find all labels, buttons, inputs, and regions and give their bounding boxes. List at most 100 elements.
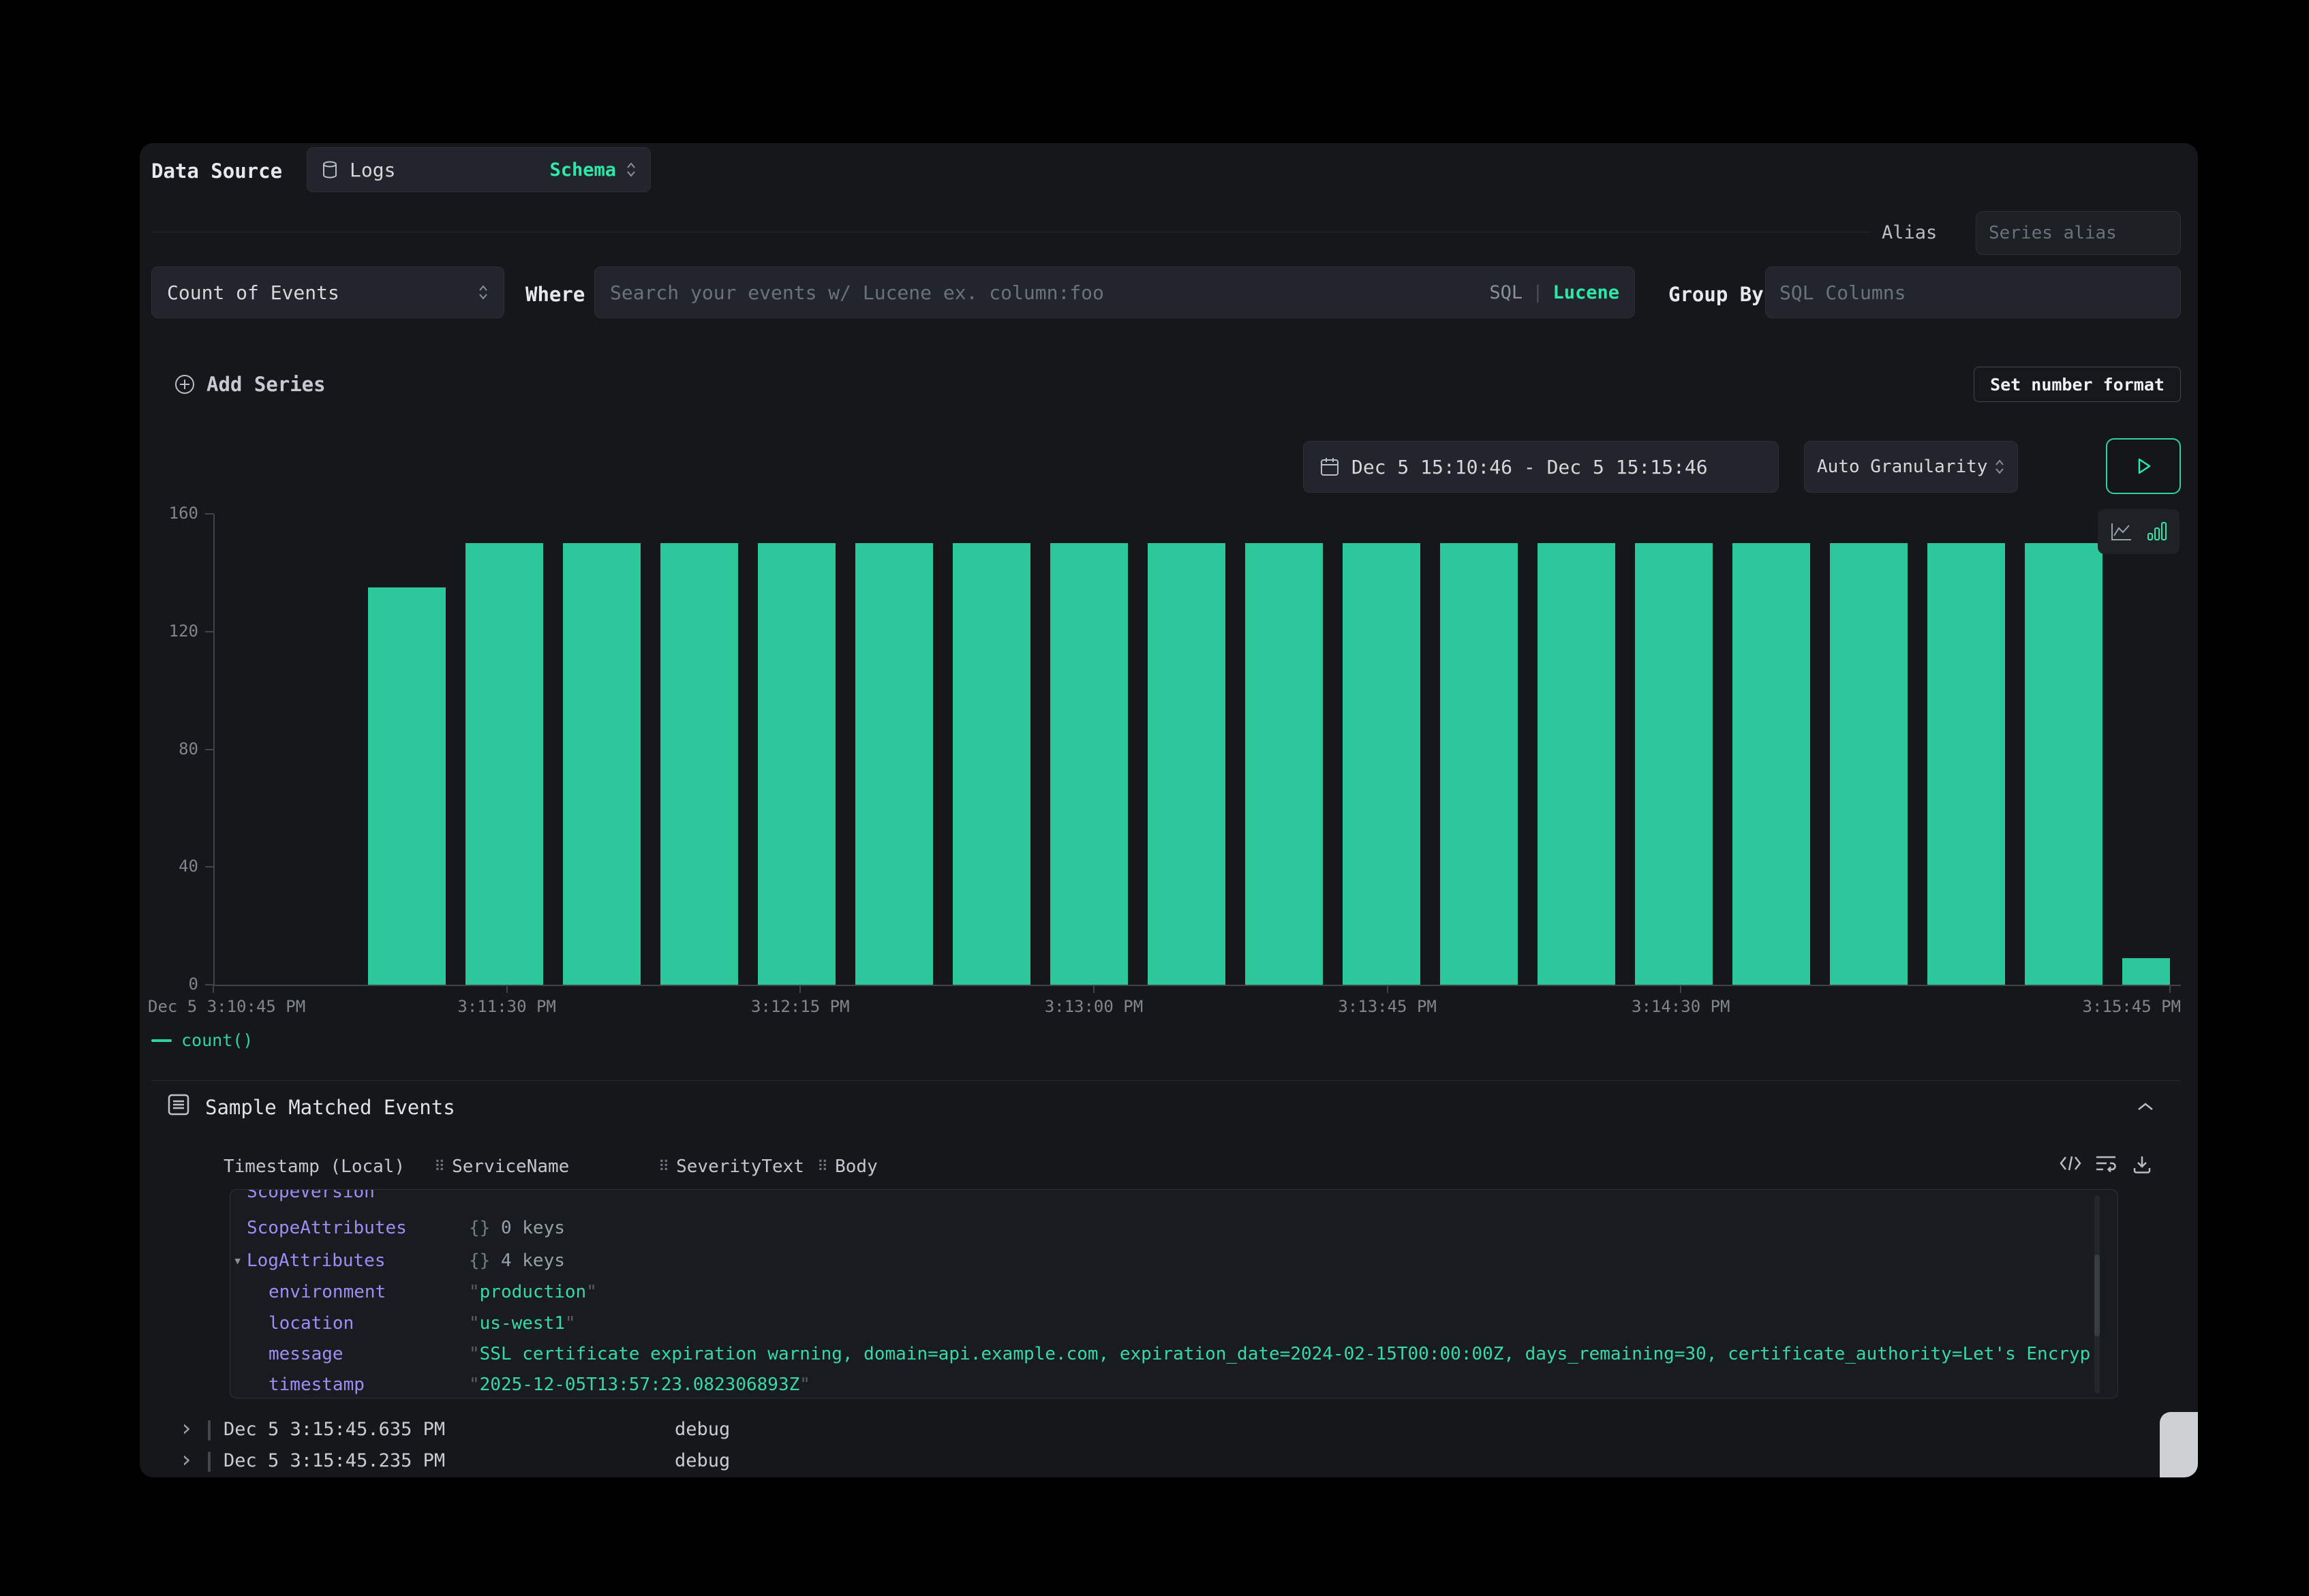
detail-key: environment: [269, 1282, 386, 1302]
add-series-button[interactable]: Add Series: [174, 373, 326, 396]
detail-row[interactable]: ScopeVersion "": [230, 1189, 2117, 1209]
detail-row[interactable]: ScopeAttributes{} 0 keys: [230, 1218, 2117, 1245]
chart-bar: [1343, 543, 1420, 985]
detail-row[interactable]: timestamp "2025-12-05T13:57:23.082306893Z…: [230, 1375, 2117, 1398]
search-box: SQL | Lucene: [594, 266, 1635, 318]
date-range-value: Dec 5 15:10:46 - Dec 5 15:15:46: [1351, 456, 1708, 478]
drag-handle-icon[interactable]: ⠿: [658, 1158, 669, 1176]
chart-bar: [1635, 543, 1713, 985]
collapse-section-chevron-up-icon[interactable]: [2137, 1101, 2154, 1112]
x-tick: [799, 985, 801, 993]
detail-badge: 4 keys: [490, 1250, 565, 1271]
legend-label: count(): [181, 1030, 253, 1050]
x-tick: [2169, 985, 2171, 993]
list-icon: [167, 1093, 190, 1116]
chart-bar: [1148, 543, 1225, 985]
detail-key: ScopeVersion: [247, 1189, 375, 1202]
drag-handle-icon[interactable]: ⠿: [434, 1158, 445, 1176]
braces-icon: {}: [469, 1218, 490, 1238]
x-tick: [1387, 985, 1388, 993]
aggregation-select[interactable]: Count of Events: [151, 266, 504, 318]
column-header-label: Timestamp (Local): [224, 1156, 405, 1177]
granularity-select[interactable]: Auto Granularity: [1804, 441, 2018, 493]
scroll-indicator[interactable]: [2160, 1412, 2198, 1477]
event-detail-panel[interactable]: ScopeVersion""ScopeAttributes{} 0 keys▾L…: [230, 1189, 2118, 1398]
x-axis-label: 3:13:45 PM: [1251, 997, 1524, 1016]
detail-value: "": [469, 1189, 2090, 1202]
chart-bar: [758, 543, 836, 985]
detail-key: location: [269, 1313, 354, 1334]
drag-handle-icon[interactable]: ⠿: [817, 1158, 828, 1176]
expand-chevron-icon[interactable]: ›: [179, 1446, 193, 1473]
group-by-input[interactable]: [1779, 281, 2167, 304]
detail-row[interactable]: location "us-west1": [230, 1313, 2117, 1340]
event-timestamp: Dec 5 3:15:45.235 PM: [224, 1450, 445, 1471]
y-axis-label: 80: [140, 739, 198, 758]
detail-row[interactable]: environment"production": [230, 1282, 2117, 1309]
chart-bar: [2025, 543, 2102, 985]
quote-mark: ": [469, 1344, 480, 1364]
caret-down-icon[interactable]: ▾: [233, 1253, 242, 1270]
x-tick: [213, 985, 214, 993]
data-source-value: Logs: [350, 159, 395, 181]
y-tick: [205, 866, 213, 868]
event-severity: debug: [675, 1419, 730, 1440]
chart-bar: [1732, 543, 1810, 985]
quote-mark: ": [586, 1282, 597, 1302]
detail-value: "2025-12-05T13:57:23.082306893Z": [469, 1375, 2090, 1395]
column-header-body[interactable]: ⠿Body: [817, 1156, 878, 1177]
quote-mark: ": [469, 1375, 480, 1395]
alias-input[interactable]: [1989, 223, 2168, 243]
y-axis-label: 120: [140, 621, 198, 641]
search-input[interactable]: [610, 281, 1489, 304]
lucene-mode-toggle[interactable]: Lucene: [1553, 282, 1619, 303]
detail-key: ScopeAttributes: [247, 1218, 407, 1238]
calendar-icon: [1320, 457, 1339, 477]
section-divider: [151, 1080, 2181, 1081]
set-number-format-button[interactable]: Set number format: [1974, 367, 2181, 402]
detail-row[interactable]: ▾LogAttributes{} 4 keys: [230, 1250, 2117, 1278]
code-view-icon[interactable]: [2058, 1154, 2083, 1173]
wrap-text-icon[interactable]: [2094, 1154, 2117, 1173]
line-chart-icon[interactable]: [2110, 521, 2133, 542]
chart-type-toggle: [2098, 509, 2180, 554]
chart-legend: count(): [151, 1030, 253, 1050]
column-header-servicename[interactable]: ⠿ ServiceName: [434, 1156, 569, 1177]
sql-mode-toggle[interactable]: SQL: [1489, 282, 1523, 303]
expand-chevron-icon[interactable]: ›: [179, 1415, 193, 1442]
quote-mark: ": [469, 1189, 480, 1202]
detail-value: "us-west1": [469, 1313, 2090, 1334]
granularity-value: Auto Granularity: [1817, 457, 1987, 477]
chart-bar: [1538, 543, 1615, 985]
column-header-label: ServiceName: [452, 1156, 569, 1177]
y-axis-label: 0: [140, 975, 198, 994]
detail-key: timestamp: [269, 1375, 365, 1395]
app-background: { "colors": { "accent_green": "#2ee8a8",…: [0, 0, 2309, 1596]
bar-chart-icon[interactable]: [2147, 521, 2167, 542]
chart-bar: [1245, 543, 1323, 985]
event-row[interactable]: ›Dec 5 3:15:45.235 PMdebug: [140, 1446, 2198, 1477]
y-tick: [205, 984, 213, 985]
detail-row[interactable]: message "SSL certificate expiration warni…: [230, 1344, 2117, 1371]
y-axis-label: 40: [140, 857, 198, 876]
detail-string-value: SSL certificate expiration warning, doma…: [480, 1344, 2090, 1364]
play-icon: [2133, 455, 2154, 478]
column-header-timestamp-local-[interactable]: Timestamp (Local): [224, 1156, 405, 1177]
run-query-button[interactable]: [2106, 438, 2181, 494]
y-axis-label: 160: [140, 504, 198, 523]
y-tick: [205, 749, 213, 750]
quote-mark: ": [565, 1313, 576, 1334]
schema-link[interactable]: Schema: [549, 159, 616, 181]
x-axis-label: 3:11:30 PM: [371, 997, 643, 1016]
column-header-severitytext[interactable]: ⠿SeverityText: [658, 1156, 804, 1177]
detail-key: message: [269, 1344, 343, 1364]
quote-mark: ": [480, 1189, 491, 1202]
x-tick: [1680, 985, 1681, 993]
event-row[interactable]: › Dec 5 3:15:45.635 PM debug: [140, 1415, 2198, 1446]
download-icon[interactable]: [2131, 1154, 2153, 1175]
data-source-select[interactable]: Logs Schema: [307, 147, 651, 192]
date-range-picker[interactable]: Dec 5 15:10:46 - Dec 5 15:15:46: [1303, 441, 1779, 493]
chart-bar: [1830, 543, 1908, 985]
event-timestamp: Dec 5 3:15:45.635 PM: [224, 1419, 445, 1440]
chart-bar: [855, 543, 933, 985]
